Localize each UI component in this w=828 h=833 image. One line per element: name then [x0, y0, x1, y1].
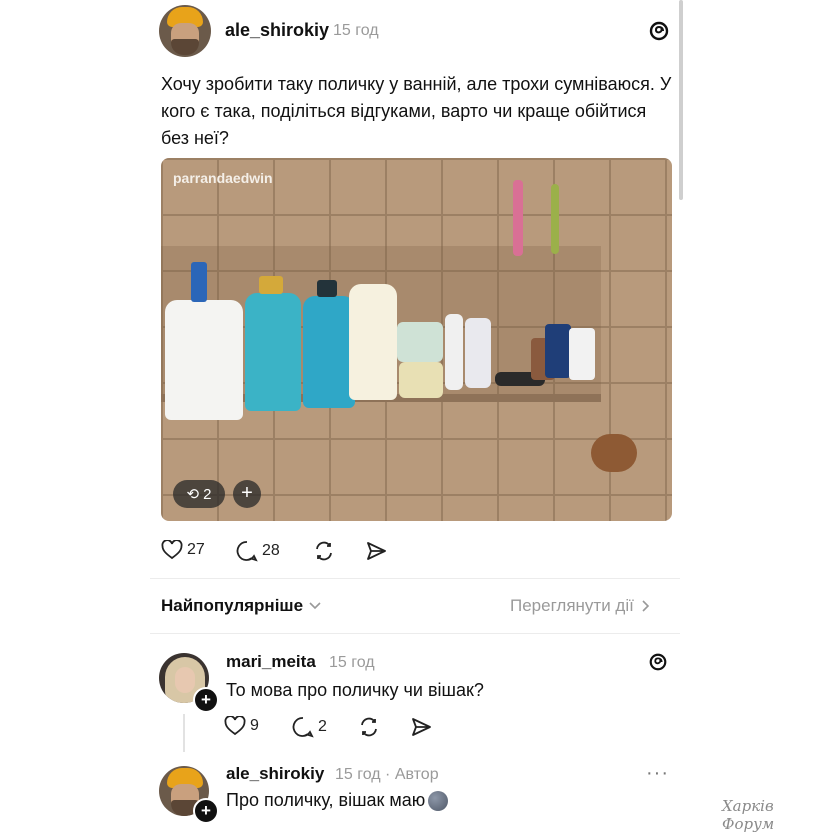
repost-icon [361, 717, 377, 737]
post-text: Хочу зробити таку поличку у ванній, але … [161, 74, 672, 148]
bottle-olay [349, 284, 397, 400]
reply-username[interactable]: mari_meita [226, 652, 316, 672]
bottle-teal-2 [303, 296, 355, 408]
threads-logo-icon[interactable] [648, 20, 670, 42]
share-icon [412, 718, 431, 736]
repost-count-badge[interactable]: ⟲ 2 [173, 480, 225, 508]
post-image[interactable]: parrandaedwin ⟲ 2 + [161, 158, 672, 521]
follow-plus-badge[interactable]: + [193, 798, 219, 824]
divider [150, 633, 680, 634]
deodorant [465, 318, 491, 388]
view-activity-link[interactable]: Переглянути дії [510, 596, 650, 616]
bottle-white [165, 300, 243, 420]
reply-like-count: 9 [250, 717, 259, 734]
heart-icon [161, 540, 183, 560]
jar-mint [397, 322, 443, 362]
chevron-right-icon [642, 600, 649, 612]
avatar[interactable] [159, 5, 211, 57]
chevron-down-icon [309, 602, 321, 610]
jar-yellow [399, 362, 443, 398]
view-activity-label: Переглянути дії [510, 596, 634, 615]
reply-like-button[interactable]: 9 [224, 716, 259, 736]
reply-text: То мова про поличку чи вішак? [226, 680, 484, 700]
image-watermark: parrandaedwin [173, 170, 273, 186]
bottle-teal-1 [245, 293, 301, 411]
reply-text: Про поличку, вішак маю [226, 790, 426, 810]
sort-dropdown[interactable]: Найпопулярніше [161, 596, 321, 616]
forum-watermark: Харків Форум [722, 797, 775, 833]
razor-green [551, 184, 559, 254]
like-button[interactable]: 27 [161, 540, 205, 560]
comment-count: 28 [262, 542, 280, 559]
comment-icon [292, 717, 314, 738]
reply-username[interactable]: ale_shirokiy [226, 764, 324, 784]
reply-time: 15 год [329, 654, 375, 671]
pump-blue [191, 262, 207, 302]
heart-icon [224, 716, 246, 736]
repost-icon: ⟲ [186, 486, 200, 503]
bottle-small-white [569, 328, 595, 380]
moon-emoji-icon [428, 790, 449, 811]
reply-comment-count: 2 [318, 718, 327, 735]
wall-object [591, 434, 637, 472]
share-icon [367, 542, 386, 560]
like-count: 27 [187, 541, 205, 558]
reply-repost-button[interactable] [358, 716, 380, 743]
more-icon[interactable]: ··· [646, 762, 669, 785]
reply-time: 15 год · Автор [335, 766, 439, 783]
tube-white [445, 314, 463, 390]
post-time: 15 год [333, 22, 379, 39]
comment-button[interactable]: 28 [236, 540, 280, 562]
comment-icon [236, 541, 258, 562]
add-badge[interactable]: + [233, 480, 261, 508]
cap-dark [317, 280, 337, 297]
razor-pink [513, 180, 523, 256]
scrollbar[interactable] [679, 0, 683, 200]
cap-gold [259, 276, 283, 294]
repost-count: 2 [203, 485, 212, 503]
reply-text-row: Про поличку, вішак маю [226, 790, 449, 811]
share-button[interactable] [365, 540, 387, 567]
reply-share-button[interactable] [410, 716, 432, 743]
post-username[interactable]: ale_shirokiy [225, 20, 329, 41]
reply-comment-button[interactable]: 2 [292, 716, 327, 738]
thread-line [183, 714, 185, 752]
repost-button[interactable] [313, 540, 335, 567]
divider [150, 578, 680, 579]
repost-icon [316, 541, 332, 561]
tube-navy [545, 324, 571, 378]
threads-logo-icon[interactable] [648, 652, 668, 672]
sort-label: Найпопулярніше [161, 596, 304, 615]
follow-plus-badge[interactable]: + [193, 687, 219, 713]
